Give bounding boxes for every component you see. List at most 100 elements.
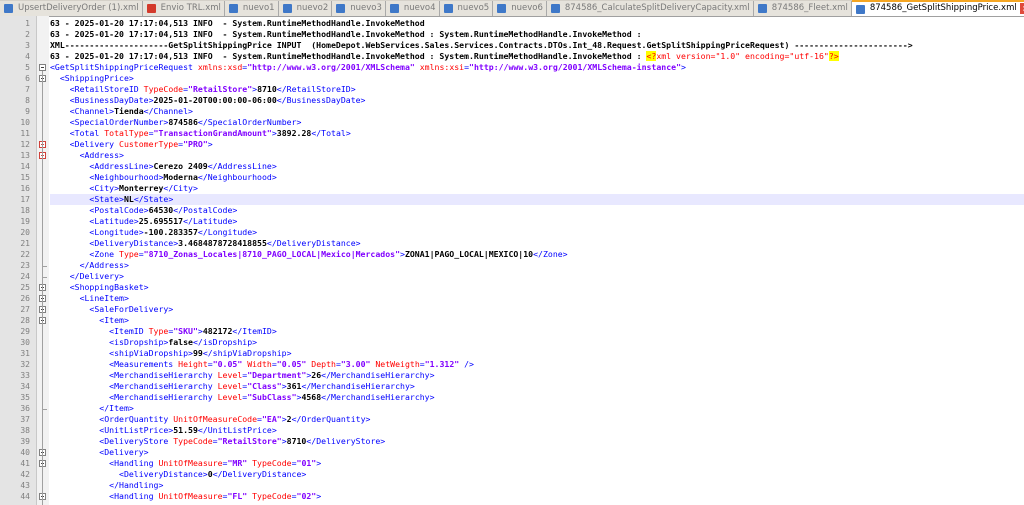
code-token: </Delivery> bbox=[50, 271, 124, 281]
code-token: <AddressLine> bbox=[50, 161, 154, 171]
line-number: 37 bbox=[20, 415, 30, 424]
tab-11[interactable]: 874586_GetSplitShippingPrice.xml× bbox=[851, 0, 1024, 16]
code-token: </Zone> bbox=[533, 249, 568, 259]
code-token: 64530 bbox=[148, 205, 174, 215]
code-line: <Latitude>25.695517</Latitude> bbox=[50, 216, 237, 227]
tab-8[interactable]: nuevo6 bbox=[493, 1, 547, 16]
code-token: xml version="1.0" encoding="utf-16" bbox=[656, 51, 829, 61]
code-token: TotalType bbox=[104, 128, 149, 138]
code-token: <DeliveryDistance> bbox=[50, 238, 179, 248]
close-tab-icon[interactable]: × bbox=[1019, 3, 1024, 14]
code-token: <Item> bbox=[50, 315, 129, 325]
line-number: 27 bbox=[20, 305, 30, 314]
code-token: <MerchandiseHierarchy bbox=[50, 381, 218, 391]
code-line: <DeliveryDistance>0</DeliveryDistance> bbox=[50, 469, 306, 480]
code-line: <MerchandiseHierarchy Level="Class">361<… bbox=[50, 381, 415, 392]
line-number: 18 bbox=[20, 206, 30, 215]
line-number: 26 bbox=[20, 294, 30, 303]
line-number: 22 bbox=[20, 250, 30, 259]
tab-5[interactable]: nuevo3 bbox=[332, 1, 386, 16]
line-number: 10 bbox=[20, 118, 30, 127]
saved-file-icon bbox=[497, 4, 507, 13]
code-line: <DeliveryStore TypeCode="RetailStore">87… bbox=[50, 436, 385, 447]
tab-label: nuevo6 bbox=[511, 3, 543, 13]
tab-2[interactable]: Envio TRL.xml bbox=[142, 1, 225, 16]
code-token: "TransactionGrandAmount" bbox=[153, 128, 272, 138]
tab-1[interactable]: UpsertDeliveryOrder (1).xml bbox=[0, 1, 143, 16]
tab-label: Envio TRL.xml bbox=[160, 3, 221, 13]
code-token: 4568 bbox=[301, 392, 322, 402]
tab-label: 874586_CalculateSplitDeliveryCapacity.xm… bbox=[564, 3, 750, 13]
saved-file-icon bbox=[389, 4, 399, 13]
code-token: > bbox=[681, 62, 686, 72]
code-token: > bbox=[316, 491, 322, 501]
code-line: <ShippingPrice> bbox=[50, 73, 134, 84]
tab-9[interactable]: 874586_CalculateSplitDeliveryCapacity.xm… bbox=[546, 1, 754, 16]
line-number-gutter: 1 2 3 4 5 6 7 8 9 10 11 12 13 14 15 16 17 18 19 20 21 22 23 24 2… bbox=[0, 16, 37, 505]
code-line: <BusinessDayDate>2025-01-20T00:00:00-06:… bbox=[50, 95, 366, 106]
tab-7[interactable]: nuevo5 bbox=[439, 1, 494, 16]
tab-label: nuevo3 bbox=[350, 3, 382, 13]
line-number: 28 bbox=[20, 316, 30, 325]
code-token: Moderna bbox=[163, 172, 198, 182]
code-token: </isDropship> bbox=[192, 337, 258, 347]
code-token: -100.283357 bbox=[143, 227, 198, 237]
code-token: > bbox=[207, 139, 213, 149]
tab-4[interactable]: nuevo2 bbox=[278, 1, 333, 16]
code-token: "02" bbox=[296, 491, 317, 501]
tab-bar: UpsertDeliveryOrder (1).xml Envio TRL.xml… bbox=[0, 0, 1024, 17]
code-token: <Handling bbox=[50, 491, 159, 501]
code-token: </BusinessDayDate> bbox=[276, 95, 366, 105]
code-line: <Total TotalType="TransactionGrandAmount… bbox=[50, 128, 351, 139]
tab-label: nuevo5 bbox=[457, 3, 490, 13]
code-token: <SpecialOrderNumber> bbox=[50, 117, 169, 127]
line-number: 33 bbox=[20, 371, 30, 380]
line-number: 41 bbox=[20, 459, 30, 468]
code-token: </Handling> bbox=[50, 480, 164, 490]
code-line: <AddressLine>Cerezo 2409</AddressLine> bbox=[50, 161, 276, 172]
code-token: Height bbox=[178, 359, 208, 369]
code-token: Level bbox=[217, 370, 243, 380]
line-number: 42 bbox=[20, 470, 30, 479]
line-number: 11 bbox=[20, 129, 30, 138]
code-line: </Item> bbox=[50, 403, 134, 414]
line-number: 1 bbox=[25, 19, 30, 28]
tab-6[interactable]: nuevo4 bbox=[385, 1, 440, 16]
code-token: </Neighbourhood> bbox=[197, 172, 277, 182]
code-token: Cerezo 2409 bbox=[153, 161, 208, 171]
tab-10[interactable]: 874586_Fleet.xml bbox=[753, 1, 852, 16]
saved-file-icon bbox=[4, 4, 13, 13]
fold-margin bbox=[37, 16, 49, 505]
code-line: <SpecialOrderNumber>874586</SpecialOrder… bbox=[50, 117, 302, 128]
code-line: <OrderQuantity UnitOfMeasureCode="EA">2<… bbox=[50, 414, 370, 425]
code-line: <PostalCode>64530</PostalCode> bbox=[50, 205, 237, 216]
code-token: </Latitude> bbox=[183, 216, 238, 226]
code-line: <State>NL</State> bbox=[50, 194, 173, 205]
code-line: XML---------------------GetSplitShipping… bbox=[50, 40, 913, 51]
code-line: <Handling UnitOfMeasure="MR" TypeCode="0… bbox=[50, 458, 321, 469]
code-token: <DeliveryDistance> bbox=[50, 469, 208, 479]
code-line: <MerchandiseHierarchy Level="Department"… bbox=[50, 370, 434, 381]
tab-label: nuevo1 bbox=[242, 3, 275, 13]
line-number: 29 bbox=[20, 327, 30, 336]
code-token: <UnitListPrice> bbox=[50, 425, 174, 435]
tab-label: 874586_GetSplitShippingPrice.xml bbox=[869, 3, 1017, 13]
code-token: <Latitude> bbox=[50, 216, 139, 226]
code-token: <ShippingPrice> bbox=[50, 73, 134, 83]
code-token: </Channel> bbox=[143, 106, 193, 116]
code-token: </SpecialOrderNumber> bbox=[197, 117, 302, 127]
code-token: "1.312" bbox=[424, 359, 460, 369]
code-token: <MerchandiseHierarchy bbox=[50, 392, 218, 402]
code-token: TypeCode bbox=[247, 458, 292, 468]
code-line: <Neighbourhood>Moderna</Neighbourhood> bbox=[50, 172, 277, 183]
unsaved-file-icon bbox=[146, 4, 156, 13]
line-number: 5 bbox=[25, 63, 30, 72]
code-token: Tienda bbox=[114, 106, 144, 116]
fold-toggle-icon[interactable] bbox=[39, 64, 46, 71]
code-token: xmlns:xsi bbox=[414, 62, 465, 72]
line-number: 7 bbox=[25, 85, 30, 94]
code-token: Type bbox=[119, 249, 139, 259]
code-token: > bbox=[316, 458, 322, 468]
tab-3[interactable]: nuevo1 bbox=[224, 1, 279, 16]
code-token: <City> bbox=[50, 183, 120, 193]
